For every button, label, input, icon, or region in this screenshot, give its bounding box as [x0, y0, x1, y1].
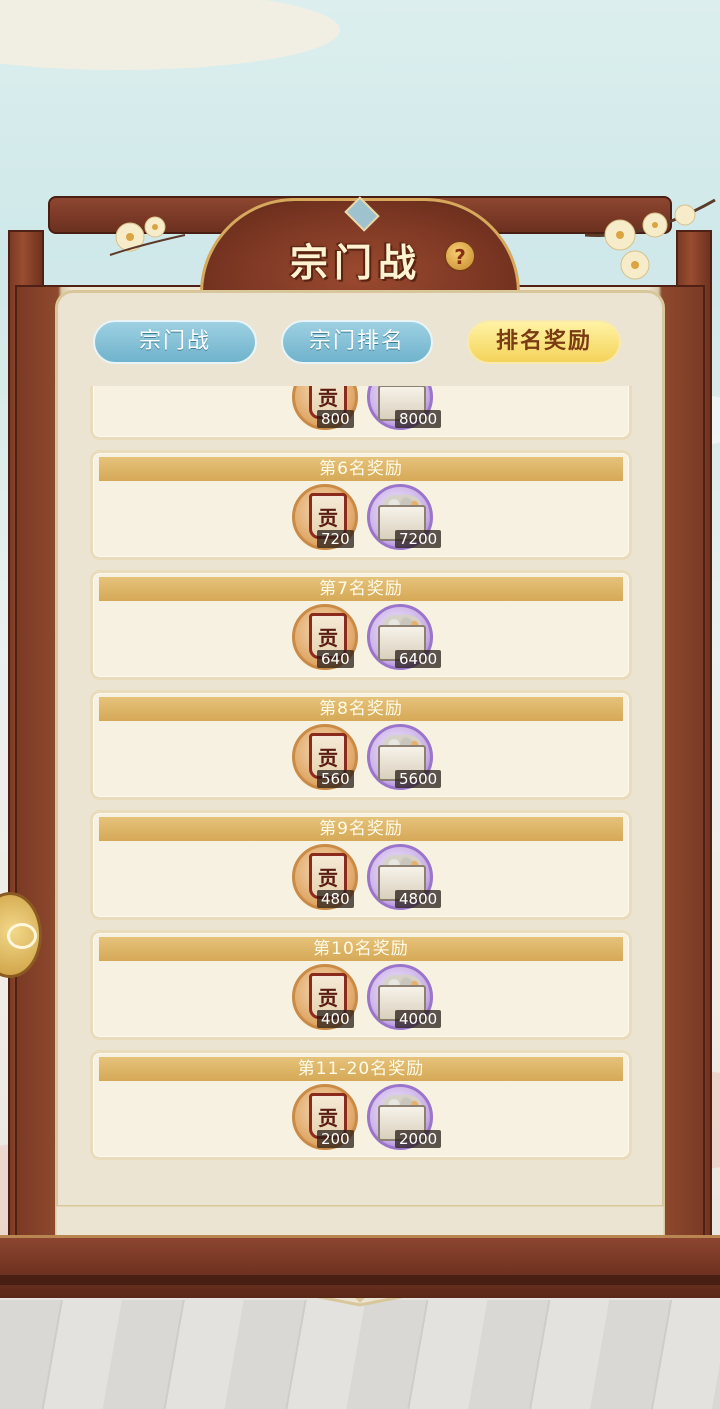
contribution-quantity: 640	[317, 650, 354, 668]
reward-card-title: 第10名奖励	[99, 937, 623, 961]
silver-quantity: 4800	[395, 890, 442, 908]
board-base	[0, 1235, 720, 1298]
reward-items: 贡 560 5600	[289, 724, 449, 794]
tab-sect-war[interactable]: 宗门战	[93, 320, 257, 364]
banner-glyph: 贡	[318, 746, 338, 770]
reward-card: 第11-20名奖励贡 200 2000	[90, 1050, 632, 1160]
page-title: 宗门战	[290, 240, 423, 285]
reward-card-title: 第9名奖励	[99, 817, 623, 841]
tab-ranking-rewards[interactable]: 排名奖励	[467, 320, 621, 364]
reward-card-title: 第8名奖励	[99, 697, 623, 721]
reward-items: 贡 400 4000	[289, 964, 449, 1034]
silver-quantity: 2000	[395, 1130, 442, 1148]
silver-quantity: 6400	[395, 650, 442, 668]
contribution-quantity: 400	[317, 1010, 354, 1028]
contribution-quantity: 200	[317, 1130, 354, 1148]
reward-card: 贡 800 8000	[90, 386, 632, 440]
reward-card: 第8名奖励贡 560 5600	[90, 690, 632, 800]
reward-items: 贡 640 6400	[289, 604, 449, 674]
reward-card: 第9名奖励贡 480 4800	[90, 810, 632, 920]
banner-glyph: 贡	[318, 1106, 338, 1130]
banner-glyph: 贡	[318, 386, 338, 410]
silver-quantity: 7200	[395, 530, 442, 548]
stone-ground	[0, 1300, 720, 1409]
plum-blossom-left-icon	[109, 216, 186, 256]
banner-glyph: 贡	[318, 986, 338, 1010]
reward-items: 贡 200 2000	[289, 1084, 449, 1154]
chat-icon	[7, 923, 37, 949]
banner-glyph: 贡	[318, 626, 338, 650]
plum-blossom-right-icon	[585, 198, 716, 280]
reward-items: 贡 480 4800	[289, 844, 449, 914]
board-base-stripe	[0, 1275, 720, 1285]
reward-list[interactable]: 贡 800 8000 第6名奖励贡 720 7200 第7名奖励贡 640 6400 第8名奖励贡…	[88, 386, 634, 1186]
banner-glyph: 贡	[318, 866, 338, 890]
contribution-quantity: 720	[317, 530, 354, 548]
banner-glyph: 贡	[318, 506, 338, 530]
reward-card: 第10名奖励贡 400 4000	[90, 930, 632, 1040]
contribution-quantity: 480	[317, 890, 354, 908]
tab-sect-ranking[interactable]: 宗门排名	[281, 320, 433, 364]
silver-quantity: 4000	[395, 1010, 442, 1028]
contribution-quantity: 560	[317, 770, 354, 788]
reward-items: 贡 800 8000	[289, 386, 449, 434]
reward-card-title: 第7名奖励	[99, 577, 623, 601]
help-button[interactable]: ?	[444, 240, 476, 272]
reward-card: 第7名奖励贡 640 6400	[90, 570, 632, 680]
contribution-quantity: 800	[317, 410, 354, 428]
reward-card: 第6名奖励贡 720 7200	[90, 450, 632, 560]
reward-items: 贡 720 7200	[289, 484, 449, 554]
reward-card-title: 第11-20名奖励	[99, 1057, 623, 1081]
silver-quantity: 5600	[395, 770, 442, 788]
reward-card-title: 第6名奖励	[99, 457, 623, 481]
silver-quantity: 8000	[395, 410, 442, 428]
